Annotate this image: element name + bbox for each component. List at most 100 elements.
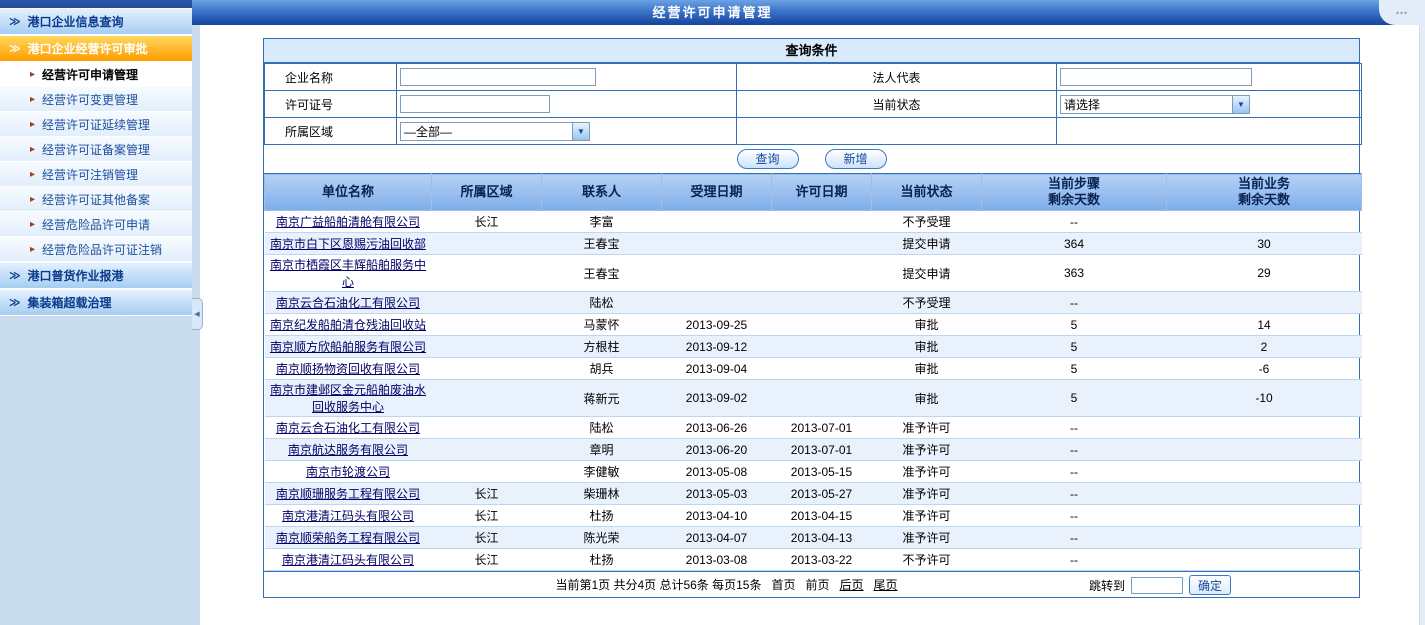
status-cell: 提交申请 (872, 233, 982, 255)
license-date-cell (772, 211, 872, 233)
status-cell: 不予许可 (872, 549, 982, 571)
license-no-input[interactable] (400, 95, 550, 113)
license-date-cell (772, 292, 872, 314)
query-form: 企业名称 法人代表 许可证号 当前状态 请选择 ▼ (264, 63, 1362, 145)
sidebar-subitem[interactable]: ▸经营许可申请管理 (0, 62, 192, 87)
company-link[interactable]: 南京市轮渡公司 (306, 465, 390, 479)
step-days-cell: -- (982, 483, 1167, 505)
company-link[interactable]: 南京港清江码头有限公司 (282, 509, 414, 523)
company-link[interactable]: 南京市建邺区金元船舶废油水回收服务中心 (270, 383, 426, 414)
jump-to-group: 跳转到 确定 (1089, 572, 1231, 598)
sidebar-subitem[interactable]: ▸ 经营许可变更管理 (0, 87, 192, 112)
sidebar-item-label: 经营危险品许可证注销 (42, 241, 162, 258)
jump-to-label: 跳转到 (1089, 577, 1125, 594)
sidebar-subitem[interactable]: ▸ 经营危险品许可证注销 (0, 237, 192, 262)
company-cell: 南京纪发船舶清仓残油回收站 (265, 314, 432, 336)
contact-cell: 陈光荣 (542, 527, 662, 549)
jump-page-input[interactable] (1131, 577, 1183, 594)
sidebar-item[interactable]: ≫港口企业经营许可审批 (0, 35, 192, 62)
sidebar-item-label: 经营许可变更管理 (42, 91, 138, 108)
column-header: 所属区域 (432, 174, 542, 211)
company-link[interactable]: 南京顺方欣船舶服务有限公司 (270, 340, 426, 354)
contact-cell: 胡兵 (542, 358, 662, 380)
region-cell (432, 255, 542, 292)
prev-page-link[interactable]: 前页 (806, 576, 830, 593)
license-date-cell: 2013-03-22 (772, 549, 872, 571)
region-cell: 长江 (432, 483, 542, 505)
company-link[interactable]: 南京云合石油化工有限公司 (276, 296, 420, 310)
contact-cell: 杜扬 (542, 549, 662, 571)
table-row: 南京顺珊服务工程有限公司长江柴珊林2013-05-032013-05-27准予许… (265, 483, 1362, 505)
top-header-bar: 经营许可申请管理 ⋯ (0, 0, 1425, 25)
table-row: 南京广益船舶清舱有限公司长江李富不予受理-- (265, 211, 1362, 233)
region-select[interactable]: —全部— ▼ (400, 122, 590, 141)
license-date-cell: 2013-05-27 (772, 483, 872, 505)
results-table: 单位名称所属区域联系人受理日期许可日期当前状态当前步骤 剩余天数当前业务 剩余天… (264, 173, 1362, 571)
company-cell: 南京市白下区恩赐污油回收部 (265, 233, 432, 255)
contact-cell: 李富 (542, 211, 662, 233)
sidebar-menu: ≫港口企业信息查询≫港口企业经营许可审批▸经营许可申请管理▸经营许可变更管理▸经… (0, 8, 192, 316)
sidebar-item-label: 经营危险品许可申请 (42, 216, 150, 233)
arrow-bullet-icon: ▸ (30, 244, 35, 255)
sidebar-item[interactable]: ≫集装箱超载治理 (0, 289, 192, 316)
sidebar-subitem[interactable]: ▸经营许可证延续管理 (0, 112, 192, 137)
company-link[interactable]: 南京市白下区恩赐污油回收部 (270, 237, 426, 251)
company-link[interactable]: 南京市栖霞区丰辉船舶服务中心 (270, 258, 426, 289)
biz-days-cell: 2 (1167, 336, 1362, 358)
sidebar-collapse-handle[interactable]: ◀ (192, 298, 203, 330)
accept-date-cell: 2013-04-07 (662, 527, 772, 549)
biz-days-cell: 14 (1167, 314, 1362, 336)
region-cell (432, 380, 542, 417)
company-link[interactable]: 南京航达服务有限公司 (288, 443, 408, 457)
add-button[interactable]: 新增 (825, 149, 887, 169)
contact-cell: 马蒙怀 (542, 314, 662, 336)
sidebar-subitem[interactable]: ▸经营许可证其他备案 (0, 187, 192, 212)
column-header: 当前状态 (872, 174, 982, 211)
form-row: 许可证号 当前状态 请选择 ▼ (265, 91, 1362, 118)
biz-days-cell (1167, 211, 1362, 233)
accept-date-cell (662, 233, 772, 255)
region-cell: —全部— ▼ (397, 118, 737, 145)
license-date-cell: 2013-07-01 (772, 439, 872, 461)
legal-rep-input[interactable] (1060, 68, 1252, 86)
table-row: 南京市建邺区金元船舶废油水回收服务中心蒋新元2013-09-02审批5-10 (265, 380, 1362, 417)
region-cell (432, 417, 542, 439)
last-page-link[interactable]: 尾页 (874, 576, 898, 593)
company-link[interactable]: 南京纪发船舶清仓残油回收站 (270, 318, 426, 332)
ellipsis-decoration: ⋯ (1379, 0, 1425, 25)
biz-days-cell: -6 (1167, 358, 1362, 380)
company-cell: 南京市轮渡公司 (265, 461, 432, 483)
sidebar-subitem[interactable]: ▸经营许可证备案管理 (0, 137, 192, 162)
company-link[interactable]: 南京顺珊服务工程有限公司 (276, 487, 420, 501)
status-cell: 审批 (872, 358, 982, 380)
license-date-cell (772, 358, 872, 380)
contact-cell: 陆松 (542, 417, 662, 439)
confirm-button[interactable]: 确定 (1189, 575, 1231, 595)
column-header: 单位名称 (265, 174, 432, 211)
biz-days-cell (1167, 549, 1362, 571)
status-cell: 准予许可 (872, 439, 982, 461)
company-link[interactable]: 南京港清江码头有限公司 (282, 553, 414, 567)
company-link[interactable]: 南京广益船舶清舱有限公司 (276, 215, 420, 229)
company-link[interactable]: 南京顺荣船务工程有限公司 (276, 531, 420, 545)
company-link[interactable]: 南京云合石油化工有限公司 (276, 421, 420, 435)
arrow-bullet-icon: ▸ (30, 94, 35, 105)
sidebar-item[interactable]: ≫港口普货作业报港 (0, 262, 192, 289)
next-page-link[interactable]: 后页 (840, 576, 864, 593)
company-link[interactable]: 南京顺扬物资回收有限公司 (276, 362, 420, 376)
company-name-input[interactable] (400, 68, 596, 86)
first-page-link[interactable]: 首页 (771, 576, 795, 593)
status-cell: 准予许可 (872, 417, 982, 439)
status-cell: 准予许可 (872, 461, 982, 483)
sidebar-item[interactable]: ≫港口企业信息查询 (0, 8, 192, 35)
company-cell: 南京市栖霞区丰辉船舶服务中心 (265, 255, 432, 292)
sidebar-item-label: 港口普货作业报港 (28, 267, 124, 284)
sidebar-subitem[interactable]: ▸经营许可注销管理 (0, 162, 192, 187)
biz-days-cell (1167, 461, 1362, 483)
legal-rep-cell (1057, 64, 1362, 91)
arrow-bullet-icon: ▸ (30, 119, 35, 130)
search-button[interactable]: 查询 (737, 149, 799, 169)
current-status-select[interactable]: 请选择 ▼ (1060, 95, 1250, 114)
sidebar-subitem[interactable]: ▸经营危险品许可申请 (0, 212, 192, 237)
right-scrollbar-strip[interactable] (1419, 25, 1425, 625)
